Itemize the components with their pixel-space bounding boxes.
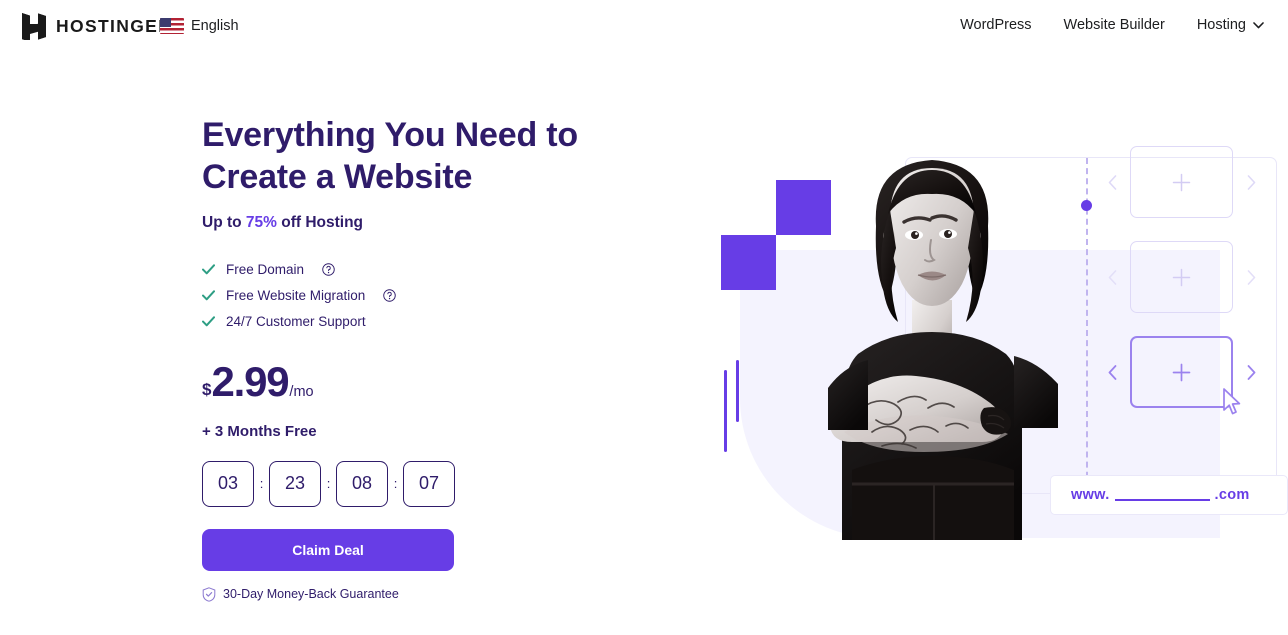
url-blank-field[interactable] [1114,499,1210,501]
price-currency: $ [202,379,212,399]
domain-url-bar[interactable]: www. .com [1050,475,1288,515]
main-nav: WordPress Website Builder Hosting [944,18,1280,33]
countdown-separator: : [393,476,398,491]
nav-item-label: Hosting [1196,17,1246,33]
us-flag-icon [160,18,184,34]
subhead-suffix: off Hosting [276,214,364,231]
nav-item-label: WordPress [960,17,1032,33]
plus-icon [1172,363,1191,381]
url-suffix-label: .com [1214,487,1250,503]
price-period: /mo [289,383,314,400]
guide-anchor-dot [1081,200,1092,211]
price-amount: 2.99 [211,357,289,405]
language-label: English [191,17,239,34]
decorative-line-left [724,370,727,452]
check-icon [202,316,215,327]
portrait-illustration [828,160,1058,540]
countdown-unit-hours: 23 [269,460,321,507]
decorative-square-upper [776,180,831,235]
countdown-timer: 03 : 23 : 08 : 07 [202,460,672,507]
hostinger-h-logo-icon [22,13,46,40]
chevron-right-icon[interactable] [1247,270,1256,285]
site-header: HOSTINGER English WordPress Website Buil… [0,0,1288,55]
discount-percent: 75% [245,214,277,231]
guarantee-label: 30-Day Money-Back Guarantee [223,586,399,601]
page-title: Everything You Need to Create a Website [202,118,672,194]
mouse-cursor-icon [1223,388,1241,415]
shield-check-icon [202,586,216,602]
check-icon [202,264,215,275]
countdown-unit-seconds: 07 [403,460,455,507]
headline-line-2: Create a Website [202,158,473,196]
brand-wordmark: HOSTINGER [56,15,173,36]
headline-line-1: Everything You Need to [202,116,578,154]
chevron-left-icon[interactable] [1108,365,1117,380]
chevron-left-icon[interactable] [1108,270,1117,285]
chevron-right-icon[interactable] [1247,365,1256,380]
hero-content: Everything You Need to Create a Website … [202,118,672,602]
question-circle-icon[interactable] [322,263,335,276]
plus-icon [1172,268,1191,286]
feature-label: 24/7 Customer Support [226,313,366,329]
placeholder-card[interactable] [1130,146,1233,218]
countdown-separator: : [326,476,331,491]
countdown-unit-days: 03 [202,460,254,507]
portrait-photo [828,140,1058,540]
nav-item-label: Website Builder [1063,17,1165,33]
claim-deal-button[interactable]: Claim Deal [202,528,454,571]
nav-item-hosting[interactable]: Hosting [1181,18,1280,33]
bonus-months-label: + 3 Months Free [202,422,317,440]
nav-item-wordpress[interactable]: WordPress [944,18,1047,33]
language-selector[interactable]: English [160,18,239,34]
feature-list: Free Domain Free Website Migration 24/7 … [202,257,672,335]
feature-label: Free Domain [226,261,305,277]
subhead-prefix: Up to [202,214,246,231]
brand-logo[interactable]: HOSTINGER [22,13,172,40]
url-prefix-label: www. [1071,487,1110,503]
money-back-guarantee: 30-Day Money-Back Guarantee [202,586,672,602]
nav-item-website-builder[interactable]: Website Builder [1048,18,1181,33]
price-display: $ 2.99 /mo [202,357,672,405]
decorative-line-right [736,360,739,422]
countdown-separator: : [259,476,264,491]
chevron-down-icon [1253,21,1264,29]
list-item: 24/7 Customer Support [202,309,672,335]
placeholder-card-selected[interactable] [1130,336,1233,408]
hero-subheadline: Up to 75% off Hosting [202,215,672,231]
decorative-square-lower [721,235,776,290]
placeholder-card[interactable] [1130,241,1233,313]
chevron-left-icon[interactable] [1108,175,1117,190]
feature-label: Free Website Migration [226,287,366,303]
question-circle-icon[interactable] [383,289,397,302]
list-item: Free Website Migration [202,283,672,309]
check-icon [202,290,215,301]
list-item: Free Domain [202,257,672,283]
hero-illustration: www. .com [700,100,1288,580]
chevron-right-icon[interactable] [1247,175,1256,190]
countdown-unit-minutes: 08 [336,460,388,507]
plus-icon [1172,173,1191,191]
